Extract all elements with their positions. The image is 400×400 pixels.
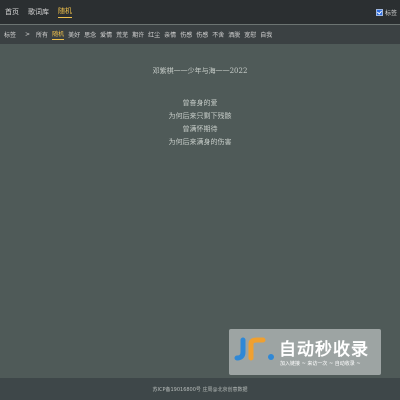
page: 首页 歌词库 随机 标签 标签 > 所有 随机 美好 思念 爱情 荒芜 期许 红… (0, 0, 400, 400)
tag-hope[interactable]: 期许 (132, 30, 144, 40)
tag-comfort[interactable]: 宽慰 (244, 30, 256, 40)
lyric-line: 曾满怀期待 (182, 125, 218, 133)
tags-arrow: > (25, 31, 31, 38)
lyric-line: 为何后来满身的伤害 (168, 138, 232, 146)
tag-beautiful[interactable]: 美好 (68, 30, 80, 40)
tags-bar: 标签 > 所有 随机 美好 思念 爱情 荒芜 期许 红尘 亲情 伤感 伤感 不舍… (0, 25, 400, 44)
tag-sad-2[interactable]: 伤感 (196, 30, 208, 40)
tag-self[interactable]: 自我 (260, 30, 272, 40)
nav-item-home[interactable]: 首页 (5, 7, 19, 18)
tags-label: 标签 (4, 32, 17, 39)
tag-free-spirited[interactable]: 洒脱 (228, 30, 240, 40)
lyric-line: 曾奋身的爱 (182, 99, 218, 107)
tag-barren[interactable]: 荒芜 (116, 30, 128, 40)
show-tags-label: 标签 (384, 9, 397, 17)
watermark-subtitle: 加入链接 ~ 来访一次 ~ 自动收录 ~ (280, 361, 361, 367)
watermark-badge: 自动秒收录 加入链接 ~ 来访一次 ~ 自动收录 ~ (229, 329, 381, 375)
lyric-title: 邓紫棋一一少年与海一一2022 (152, 67, 248, 75)
tag-missing[interactable]: 思念 (84, 30, 96, 40)
tag-family[interactable]: 亲情 (164, 30, 176, 40)
tag-random[interactable]: 随机 (52, 29, 65, 40)
footer: 苏ICP备19016800号 庄周@北京创意数据 (0, 378, 400, 400)
tag-reluctant[interactable]: 不舍 (212, 30, 224, 40)
lyric-line: 为何后来只剩下残骸 (168, 112, 232, 120)
tag-all[interactable]: 所有 (36, 30, 48, 40)
watermark-title: 自动秒收录 (279, 340, 369, 360)
show-tags-checkbox[interactable] (375, 8, 383, 16)
lyric-content: 邓紫棋一一少年与海一一2022 曾奋身的爱 为何后来只剩下残骸 曾满怀期待 为何… (0, 66, 400, 149)
nav-item-lyrics-library[interactable]: 歌词库 (28, 7, 49, 18)
show-tags-toggle[interactable]: 标签 (375, 8, 397, 17)
jr-logo-icon (234, 337, 274, 361)
tag-mortal-world[interactable]: 红尘 (148, 30, 160, 40)
tag-love[interactable]: 爱情 (100, 30, 112, 40)
tag-sad-1[interactable]: 伤感 (180, 30, 192, 40)
nav-item-random[interactable]: 随机 (58, 6, 72, 18)
footer-icp-text[interactable]: 苏ICP备19016800号 庄周@北京创意数据 (152, 386, 247, 393)
top-nav: 首页 歌词库 随机 标签 (0, 0, 400, 24)
